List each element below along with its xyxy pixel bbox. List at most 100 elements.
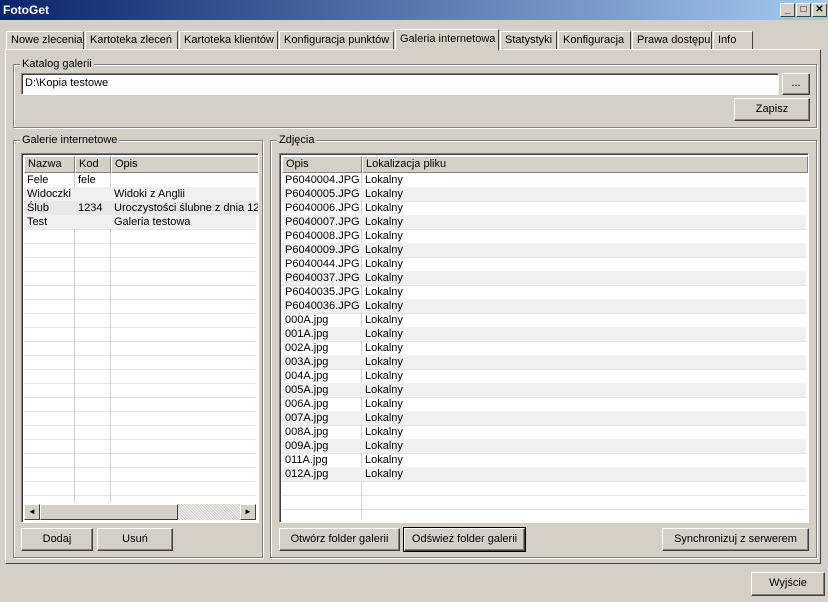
column-header[interactable]: Kod: [75, 156, 111, 173]
tab-2[interactable]: Kartoteka klientów: [179, 31, 278, 50]
table-cell: [75, 187, 111, 201]
tab-7[interactable]: Prawa dostępu: [632, 31, 712, 50]
table-row[interactable]: Test Galeria testowa: [24, 215, 256, 229]
horizontal-scrollbar[interactable]: ◄ ►: [24, 504, 256, 520]
table-row[interactable]: 004A.jpg Lokalny: [282, 369, 806, 383]
table-row[interactable]: P6040037.JPG Lokalny: [282, 271, 806, 285]
table-cell: 1234: [78, 202, 103, 214]
galerie-internetowe-legend: Galerie internetowe: [20, 134, 120, 146]
minimize-button[interactable]: _: [780, 3, 795, 17]
table-cell: Lokalny: [365, 258, 403, 270]
table-cell: Lokalny: [365, 426, 403, 438]
table-cell: P6040008.JPG: [285, 230, 360, 242]
table-row[interactable]: P6040036.JPG Lokalny: [282, 299, 806, 313]
tab-4[interactable]: Galeria internetowa: [395, 29, 499, 51]
title-bar: FotoGet _ □ ✕: [0, 0, 828, 20]
table-cell: P6040009.JPG: [285, 244, 360, 256]
close-button[interactable]: ✕: [812, 3, 827, 17]
table-cell: 009A.jpg: [285, 440, 329, 452]
gallery-path-input[interactable]: D:\Kopia testowe: [21, 73, 779, 95]
table-cell: Ślub: [27, 202, 50, 214]
column-header[interactable]: Opis: [282, 156, 362, 173]
tab-8[interactable]: Info: [713, 31, 753, 50]
table-row[interactable]: 009A.jpg Lokalny: [282, 439, 806, 453]
table-cell: P6040044.JPG: [285, 258, 360, 270]
table-cell: Lokalny: [365, 384, 403, 396]
table-cell: Lokalny: [365, 342, 403, 354]
table-cell: Lokalny: [365, 286, 403, 298]
open-gallery-folder-button[interactable]: Otwórz folder galerii: [279, 528, 400, 551]
column-header[interactable]: Opis: [111, 156, 258, 173]
tab-6[interactable]: Konfiguracja: [558, 31, 631, 50]
galleries-table[interactable]: Nazwa Kod Opis Fele fele Widoczki Widoki z Ang…: [21, 153, 259, 523]
refresh-gallery-folder-button[interactable]: Odśwież folder galerii: [403, 527, 526, 552]
table-row[interactable]: P6040005.JPG Lokalny: [282, 187, 806, 201]
table-row[interactable]: P6040006.JPG Lokalny: [282, 201, 806, 215]
photos-table[interactable]: Opis Lokalizacja pliku P6040004.JPG Lokalny…: [279, 153, 809, 523]
exit-button[interactable]: Wyjście: [751, 572, 825, 596]
table-row[interactable]: P6040035.JPG Lokalny: [282, 285, 806, 299]
table-cell: 011A.jpg: [285, 454, 328, 466]
remove-gallery-button[interactable]: Usuń: [97, 528, 173, 551]
table-cell: Lokalny: [365, 328, 403, 340]
table-row[interactable]: Widoczki Widoki z Anglii: [24, 187, 256, 201]
table-row[interactable]: 012A.jpg Lokalny: [282, 467, 806, 481]
table-cell: Lokalny: [365, 314, 403, 326]
table-row[interactable]: P6040044.JPG Lokalny: [282, 257, 806, 271]
table-cell: P6040006.JPG: [285, 202, 360, 214]
table-cell: 005A.jpg: [285, 384, 329, 396]
tab-0[interactable]: Nowe zlecenia: [6, 31, 84, 50]
table-row[interactable]: Fele fele: [24, 173, 256, 187]
table-row[interactable]: P6040009.JPG Lokalny: [282, 243, 806, 257]
table-row[interactable]: 005A.jpg Lokalny: [282, 383, 806, 397]
table-row[interactable]: 003A.jpg Lokalny: [282, 355, 806, 369]
table-row[interactable]: 007A.jpg Lokalny: [282, 411, 806, 425]
column-header[interactable]: Nazwa: [24, 156, 75, 173]
row-separator: [24, 495, 256, 496]
row-separator: [24, 299, 256, 300]
table-cell: 000A.jpg: [285, 314, 329, 326]
scroll-thumb[interactable]: [40, 504, 178, 520]
table-cell: Lokalny: [365, 230, 403, 242]
table-cell: Galeria testowa: [114, 216, 191, 228]
table-row[interactable]: P6040004.JPG Lokalny: [282, 173, 806, 187]
tab-3[interactable]: Konfiguracja punktów: [279, 31, 394, 50]
table-cell: Lokalny: [365, 440, 403, 452]
table-cell: Lokalny: [365, 356, 403, 368]
tab-strip: Nowe zlecenia Kartoteka zleceń Kartoteka k…: [6, 29, 822, 51]
row-separator: [24, 453, 256, 454]
browse-button[interactable]: ...: [782, 73, 810, 95]
maximize-button[interactable]: □: [796, 3, 811, 17]
window-title: FotoGet: [3, 3, 49, 17]
table-row[interactable]: 000A.jpg Lokalny: [282, 313, 806, 327]
column-header[interactable]: Lokalizacja pliku: [362, 156, 808, 173]
table-row[interactable]: Ślub 1234 Uroczystości ślubne z dnia 12.: [24, 201, 258, 215]
table-cell: Lokalny: [365, 272, 403, 284]
sync-with-server-button[interactable]: Synchronizuj z serwerem: [662, 528, 809, 551]
table-cell: [111, 173, 258, 187]
row-separator: [24, 271, 256, 272]
table-row[interactable]: P6040007.JPG Lokalny: [282, 215, 806, 229]
table-cell: 008A.jpg: [285, 426, 329, 438]
save-button[interactable]: Zapisz: [734, 98, 810, 121]
table-cell: P6040007.JPG: [285, 216, 360, 228]
table-cell: P6040036.JPG: [285, 300, 360, 312]
add-gallery-button[interactable]: Dodaj: [21, 528, 93, 551]
table-row[interactable]: 011A.jpg Lokalny: [282, 453, 806, 467]
table-row[interactable]: 008A.jpg Lokalny: [282, 425, 806, 439]
scroll-right-icon[interactable]: ►: [240, 504, 256, 520]
tab-1[interactable]: Kartoteka zleceń: [85, 31, 178, 50]
row-separator: [24, 313, 256, 314]
table-row[interactable]: 001A.jpg Lokalny: [282, 327, 806, 341]
table-cell: 002A.jpg: [285, 342, 329, 354]
table-row[interactable]: P6040008.JPG Lokalny: [282, 229, 806, 243]
tab-5[interactable]: Statystyki: [500, 31, 557, 50]
row-separator: [24, 369, 256, 370]
table-cell: Lokalny: [365, 454, 403, 466]
table-cell: Lokalny: [365, 216, 403, 228]
table-row[interactable]: 006A.jpg Lokalny: [282, 397, 806, 411]
table-cell: Lokalny: [365, 370, 403, 382]
katalog-galerii-legend: Katalog galerii: [20, 58, 94, 70]
scroll-left-icon[interactable]: ◄: [24, 504, 40, 520]
table-row[interactable]: 002A.jpg Lokalny: [282, 341, 806, 355]
